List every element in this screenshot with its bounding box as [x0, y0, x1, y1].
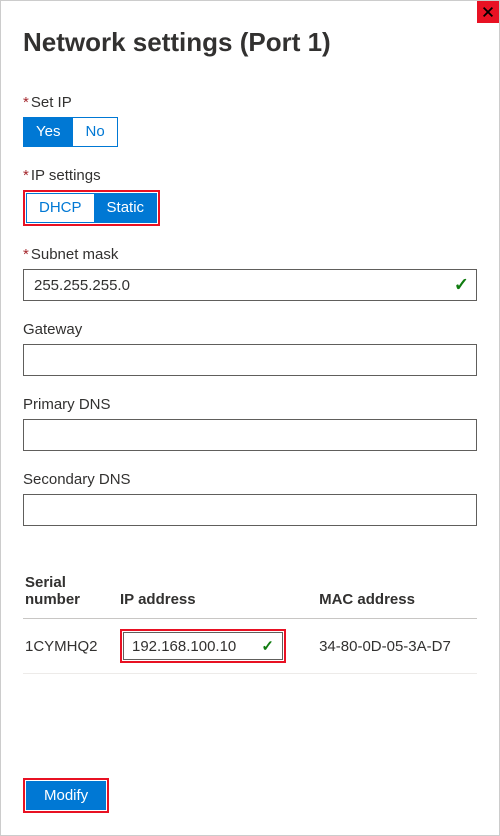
- cell-mac: 34-80-0D-05-3A-D7: [317, 619, 477, 674]
- modify-button[interactable]: Modify: [26, 781, 106, 810]
- ip-settings-highlight: DHCP Static: [23, 190, 160, 226]
- subnet-label: *Subnet mask: [23, 246, 477, 263]
- network-settings-panel: Network settings (Port 1) *Set IP Yes No…: [0, 0, 500, 836]
- ip-cell-highlight: 192.168.100.10 ✓: [120, 629, 286, 663]
- col-serial: Serial number: [23, 566, 118, 619]
- ip-cell-input[interactable]: 192.168.100.10 ✓: [123, 632, 283, 660]
- subnet-input-wrap: ✓: [23, 269, 477, 301]
- check-icon: ✓: [261, 637, 274, 655]
- table-row: 1CYMHQ2 192.168.100.10 ✓ 34-80-0D-05-3A-…: [23, 619, 477, 674]
- subnet-field: *Subnet mask ✓: [23, 246, 477, 301]
- required-marker: *: [23, 167, 29, 184]
- primary-dns-label: Primary DNS: [23, 396, 477, 413]
- footer: Modify: [23, 778, 109, 813]
- modify-highlight: Modify: [23, 778, 109, 813]
- required-marker: *: [23, 246, 29, 263]
- gateway-label: Gateway: [23, 321, 477, 338]
- nodes-table: Serial number IP address MAC address 1CY…: [23, 566, 477, 674]
- secondary-dns-input[interactable]: [23, 494, 477, 526]
- primary-dns-field: Primary DNS: [23, 396, 477, 451]
- col-ip: IP address: [118, 566, 317, 619]
- set-ip-yes-button[interactable]: Yes: [23, 117, 73, 147]
- ip-settings-field: *IP settings DHCP Static: [23, 167, 477, 226]
- primary-dns-input-wrap: [23, 419, 477, 451]
- close-button[interactable]: [477, 1, 499, 23]
- gateway-input-wrap: [23, 344, 477, 376]
- set-ip-toggle: Yes No: [23, 117, 118, 147]
- cell-serial: 1CYMHQ2: [23, 619, 118, 674]
- page-title: Network settings (Port 1): [23, 27, 477, 58]
- set-ip-no-button[interactable]: No: [72, 117, 117, 147]
- ip-cell-value: 192.168.100.10: [132, 638, 236, 655]
- secondary-dns-field: Secondary DNS: [23, 471, 477, 526]
- cell-ip: 192.168.100.10 ✓: [118, 619, 317, 674]
- ip-settings-static-button[interactable]: Static: [94, 193, 158, 223]
- required-marker: *: [23, 94, 29, 111]
- col-mac: MAC address: [317, 566, 477, 619]
- set-ip-label: *Set IP: [23, 94, 477, 111]
- gateway-field: Gateway: [23, 321, 477, 376]
- subnet-input[interactable]: [23, 269, 477, 301]
- ip-settings-toggle: DHCP Static: [26, 193, 157, 223]
- gateway-input[interactable]: [23, 344, 477, 376]
- nodes-table-section: Serial number IP address MAC address 1CY…: [23, 566, 477, 674]
- ip-settings-label: *IP settings: [23, 167, 477, 184]
- close-icon: [481, 5, 495, 19]
- secondary-dns-label: Secondary DNS: [23, 471, 477, 488]
- ip-settings-dhcp-button[interactable]: DHCP: [26, 193, 95, 223]
- set-ip-field: *Set IP Yes No: [23, 94, 477, 147]
- secondary-dns-input-wrap: [23, 494, 477, 526]
- primary-dns-input[interactable]: [23, 419, 477, 451]
